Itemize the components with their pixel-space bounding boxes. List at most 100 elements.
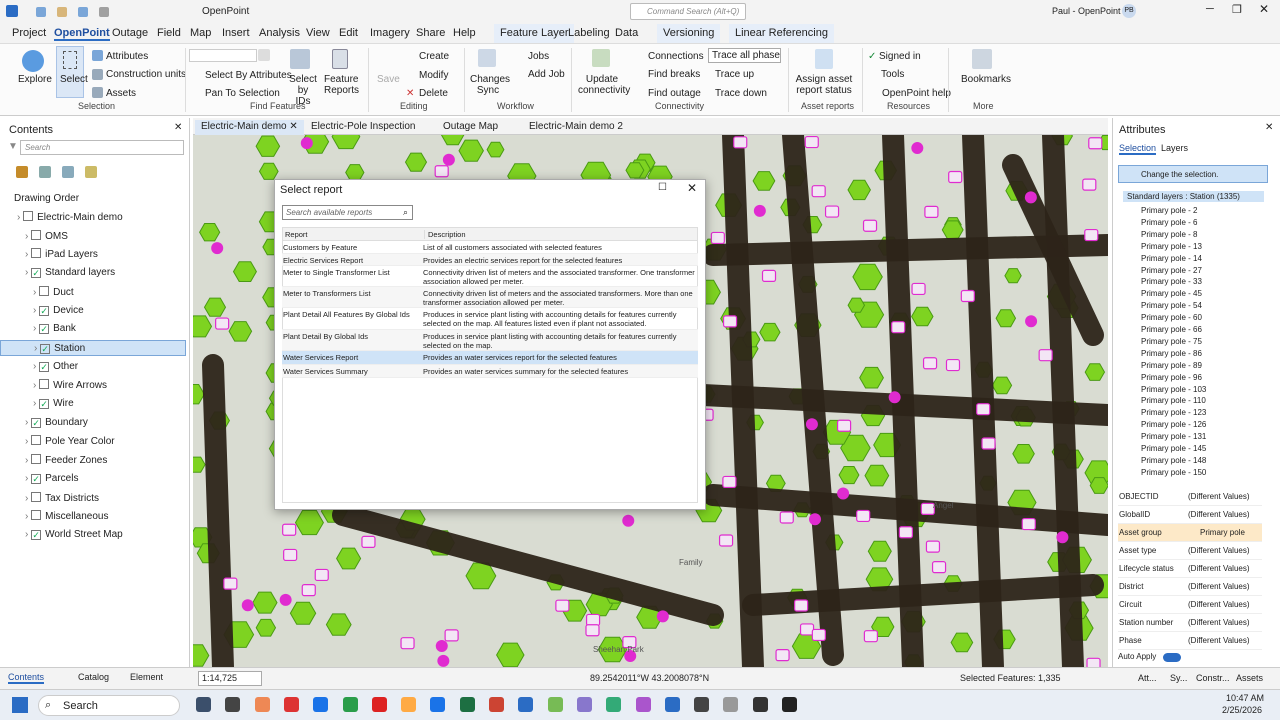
transformer-symbol[interactable] — [211, 242, 224, 255]
menu-view[interactable]: View — [306, 27, 330, 39]
taskbar-app-icon[interactable] — [342, 697, 358, 712]
list-item[interactable]: Primary pole - 33 — [1141, 277, 1202, 286]
layer-item[interactable]: › ✓ Parcels — [25, 473, 78, 484]
contents-search-input[interactable]: Search — [20, 140, 184, 155]
layer-visibility-checkbox[interactable]: ✓ — [39, 399, 50, 409]
menu-feature-layer[interactable]: Feature Layer — [494, 24, 575, 43]
tab-selection[interactable]: Selection — [1119, 143, 1157, 155]
taskbar-app-icon[interactable] — [547, 697, 563, 712]
device-symbol[interactable] — [794, 599, 809, 612]
list-item[interactable]: Primary pole - 75 — [1141, 337, 1202, 346]
open-project-icon[interactable] — [57, 7, 68, 18]
table-row[interactable]: Electric Services Report Provides an elec… — [282, 254, 698, 266]
layer-visibility-checkbox[interactable] — [39, 285, 50, 296]
menu-linear-referencing[interactable]: Linear Referencing — [729, 24, 834, 43]
list-item[interactable]: Primary pole - 150 — [1141, 468, 1206, 477]
transformer-symbol[interactable] — [1024, 191, 1037, 204]
taskbar-app-icon[interactable] — [723, 697, 739, 712]
layer-item[interactable]: › ✓ Other — [33, 361, 78, 372]
scale-select[interactable]: 1:14,725 — [198, 671, 262, 686]
list-item[interactable]: Primary pole - 148 — [1141, 456, 1206, 465]
device-symbol[interactable] — [585, 624, 600, 637]
device-symbol[interactable] — [1038, 349, 1053, 362]
menu-field[interactable]: Field — [157, 27, 181, 39]
transformer-symbol[interactable] — [435, 640, 448, 653]
layer-item[interactable]: › Miscellaneous — [25, 510, 108, 522]
taskbar-app-icon[interactable] — [313, 697, 329, 712]
attribute-row[interactable]: Phase (Different Values) — [1118, 632, 1262, 650]
delete-button[interactable]: Delete — [419, 88, 448, 99]
device-symbol[interactable] — [862, 219, 878, 232]
layer-visibility-checkbox[interactable]: ✓ — [39, 361, 50, 372]
search-icon[interactable]: ⌕ — [403, 207, 408, 218]
layer-item[interactable]: › ✓ Standard layers — [25, 267, 115, 279]
select-button[interactable]: Select — [56, 46, 88, 98]
layer-visibility-checkbox[interactable]: ✓ — [31, 529, 42, 540]
list-by-source-icon[interactable] — [39, 166, 52, 179]
transformer-symbol[interactable] — [753, 204, 766, 217]
device-symbol[interactable] — [804, 135, 819, 149]
windows-start-icon[interactable] — [12, 697, 28, 713]
list-by-selection-icon[interactable] — [62, 166, 75, 179]
changes-sync-button[interactable]: Changes Sync — [470, 74, 510, 96]
device-symbol[interactable] — [836, 419, 852, 432]
layer-visibility-checkbox[interactable]: ✓ — [40, 343, 51, 354]
add-job-button[interactable]: Add Job — [528, 69, 565, 80]
list-by-drawing-order-icon[interactable] — [16, 166, 28, 179]
taskbar-app-icon[interactable] — [518, 697, 534, 712]
menu-openpoint[interactable]: OpenPoint — [54, 27, 110, 41]
layer-item[interactable]: › Tax Districts — [25, 491, 99, 504]
transformer-symbol[interactable] — [300, 137, 313, 150]
device-symbol[interactable] — [434, 165, 449, 178]
auto-apply-toggle[interactable] — [1163, 653, 1181, 662]
bottom-tab-sync[interactable]: Sy... — [1170, 673, 1187, 683]
list-item[interactable]: Primary pole - 110 — [1141, 396, 1206, 405]
list-by-editing-icon[interactable] — [85, 166, 98, 179]
list-item[interactable]: Primary pole - 8 — [1141, 230, 1197, 239]
device-symbol[interactable] — [283, 548, 298, 562]
table-row[interactable]: Customers by Feature List of all customer… — [282, 241, 698, 254]
tab-outage-map[interactable]: Outage Map — [443, 121, 498, 132]
list-item[interactable]: Primary pole - 66 — [1141, 325, 1202, 334]
layer-item[interactable]: › Feeder Zones — [25, 454, 107, 466]
menu-share[interactable]: Share — [416, 27, 445, 39]
binoculars-icon[interactable] — [258, 49, 270, 61]
layer-visibility-checkbox[interactable]: ✓ — [31, 417, 42, 428]
device-symbol[interactable] — [400, 637, 415, 650]
list-item[interactable]: Primary pole - 27 — [1141, 266, 1202, 275]
layer-visibility-checkbox[interactable]: ✓ — [31, 473, 42, 484]
table-row[interactable]: Meter to Transformers List Connectivity d… — [282, 287, 698, 308]
create-button[interactable]: Create — [419, 51, 449, 62]
connections-button[interactable]: Connections — [648, 51, 704, 62]
taskbar-app-icon[interactable] — [694, 697, 710, 712]
layer-item[interactable]: › Duct — [33, 285, 74, 298]
device-symbol[interactable] — [585, 613, 601, 627]
device-symbol[interactable] — [282, 523, 297, 536]
undo-icon[interactable] — [99, 7, 110, 18]
device-symbol[interactable] — [945, 358, 961, 372]
device-symbol[interactable] — [1086, 657, 1101, 667]
device-symbol[interactable] — [922, 357, 938, 370]
device-symbol[interactable] — [1084, 228, 1099, 242]
layer-visibility-checkbox[interactable] — [31, 454, 42, 465]
avatar[interactable]: PB — [1122, 4, 1136, 18]
openpoint-help-button[interactable]: OpenPoint help — [882, 88, 951, 99]
trace-phase-select[interactable]: Trace all phase — [708, 48, 781, 63]
minimize-icon[interactable]: ─ — [1206, 3, 1214, 15]
device-symbol[interactable] — [301, 584, 316, 597]
device-symbol[interactable] — [824, 205, 840, 218]
menu-project[interactable]: Project — [12, 27, 46, 39]
bookmarks-button[interactable]: Bookmarks — [961, 74, 1011, 85]
device-symbol[interactable] — [925, 540, 941, 553]
maximize-icon[interactable]: ❐ — [1232, 3, 1242, 16]
layer-item[interactable]: › ✓ World Street Map — [25, 529, 123, 540]
transformer-symbol[interactable] — [805, 418, 818, 431]
trace-up-button[interactable]: Trace up — [715, 69, 754, 80]
layer-item[interactable]: › Wire Arrows — [33, 379, 107, 391]
taskbar-app-icon[interactable] — [782, 697, 797, 712]
layer-visibility-checkbox[interactable]: ✓ — [31, 268, 42, 279]
bottom-tab-catalog[interactable]: Catalog — [78, 672, 109, 682]
taskbar-app-icon[interactable] — [430, 697, 446, 712]
taskbar-app-icon[interactable] — [371, 697, 387, 712]
layer-item[interactable]: › Electric-Main demo — [17, 211, 123, 223]
